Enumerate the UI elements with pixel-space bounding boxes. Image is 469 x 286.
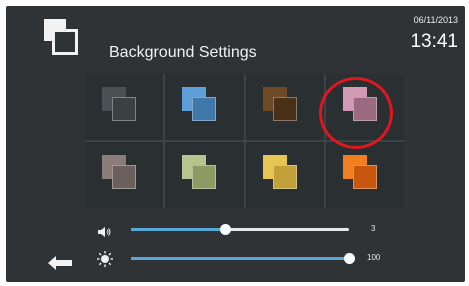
swatch-sage[interactable]	[165, 142, 244, 208]
brightness-slider[interactable]	[131, 253, 355, 264]
date-label: 06/11/2013	[413, 15, 458, 25]
speaker-icon	[98, 227, 111, 237]
swatch-blue[interactable]	[165, 74, 244, 140]
sun-icon	[97, 251, 113, 267]
swatch-front	[352, 165, 377, 189]
swatch-taupe[interactable]	[85, 142, 164, 208]
swatch-front	[112, 165, 136, 189]
volume-slider-knob[interactable]	[219, 224, 231, 235]
swatch-brown[interactable]	[245, 74, 324, 140]
swatch-gray[interactable]	[85, 74, 164, 140]
device-screen: Background Settings 06/11/2013 13:41 3 1…	[6, 6, 465, 282]
swatch-front	[352, 97, 377, 121]
volume-slider-fill	[131, 228, 225, 231]
swatch-gold[interactable]	[245, 142, 324, 208]
volume-slider[interactable]	[131, 224, 349, 235]
swatch-orange[interactable]	[325, 142, 404, 208]
brightness-value: 100	[367, 253, 381, 262]
window-overlap-icon[interactable]	[44, 19, 82, 55]
swatch-front	[272, 97, 297, 121]
brightness-slider-fill	[131, 257, 349, 260]
swatch-pink[interactable]	[325, 74, 404, 140]
volume-value: 3	[371, 224, 376, 233]
brightness-slider-knob[interactable]	[344, 253, 355, 264]
page-title: Background Settings	[109, 44, 257, 61]
back-arrow-icon[interactable]	[48, 256, 72, 270]
swatch-front	[192, 97, 217, 121]
swatch-front	[192, 165, 217, 189]
swatch-front	[272, 165, 297, 189]
clock-label: 13:41	[410, 31, 458, 52]
background-swatch-grid	[85, 74, 404, 208]
swatch-front	[112, 97, 136, 121]
